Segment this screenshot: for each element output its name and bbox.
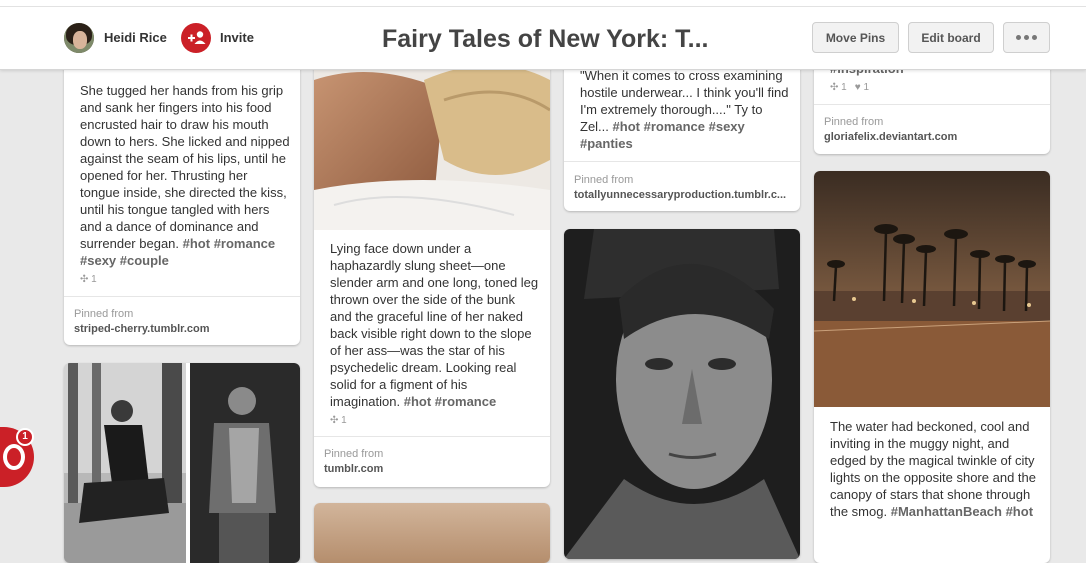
- heart-icon: ♥: [854, 82, 861, 93]
- pinned-from-label: Pinned from: [74, 308, 134, 320]
- pin-source-link[interactable]: gloriafelix.deviantart.com: [824, 131, 957, 143]
- repin-icon: ✣: [330, 415, 339, 426]
- edit-board-button[interactable]: Edit board: [908, 22, 994, 53]
- pin-stats: ✣ 1: [80, 274, 97, 285]
- pin-card[interactable]: [314, 503, 550, 563]
- repin-icon: ✣: [830, 82, 839, 93]
- pin-description: Lying face down under a haphazardly slun…: [330, 240, 540, 410]
- pin-image[interactable]: [564, 229, 800, 559]
- repin-icon: ✣: [80, 274, 89, 285]
- pinned-from-label: Pinned from: [324, 448, 384, 460]
- pin-stats: ✣ 1 ♥ 1: [830, 82, 869, 93]
- pin-card[interactable]: [64, 363, 300, 563]
- pinned-from-label: Pinned from: [824, 116, 884, 128]
- invite-button[interactable]: [181, 23, 211, 53]
- repin-count: 1: [341, 415, 347, 426]
- pin-hashtags[interactable]: #hot #romance: [404, 394, 496, 409]
- pin-stats: ✣ 1: [330, 415, 347, 426]
- pin-image[interactable]: [314, 503, 550, 563]
- pin-description: The water had beckoned, cool and invitin…: [830, 418, 1042, 520]
- repin-count: 1: [841, 82, 847, 93]
- pinterest-logo-icon: [3, 444, 25, 470]
- pin-image[interactable]: [64, 363, 300, 563]
- header-divider: [0, 6, 1086, 7]
- pin-description-text: Lying face down under a haphazardly slun…: [330, 241, 539, 409]
- pin-card[interactable]: The water had beckoned, cool and invitin…: [814, 171, 1050, 563]
- repin-count: 1: [91, 274, 97, 285]
- board-owner-name[interactable]: Heidi Rice: [104, 30, 167, 45]
- notification-count: 1: [16, 428, 34, 446]
- divider: [314, 436, 550, 437]
- divider: [814, 104, 1050, 105]
- divider: [64, 296, 300, 297]
- avatar[interactable]: [64, 23, 94, 53]
- divider: [564, 161, 800, 162]
- pin-description-text: She tugged her hands from his grip and s…: [80, 83, 290, 251]
- pin-source-link[interactable]: striped-cherry.tumblr.com: [74, 323, 210, 335]
- more-options-button[interactable]: [1003, 22, 1050, 53]
- pin-source-link[interactable]: totallyunnecessaryproduction.tumblr.c...: [574, 189, 794, 201]
- pin-description: "When it comes to cross examining hostil…: [580, 67, 792, 152]
- pin-hashtags[interactable]: #ManhattanBeach #hot: [891, 504, 1033, 519]
- more-dots-icon: [1016, 35, 1037, 40]
- move-pins-button[interactable]: Move Pins: [812, 22, 899, 53]
- pin-card[interactable]: She tugged her hands from his grip and s…: [64, 40, 300, 345]
- pinned-from-label: Pinned from: [574, 174, 634, 186]
- pin-source-link[interactable]: tumblr.com: [324, 463, 383, 475]
- invite-label[interactable]: Invite: [220, 30, 254, 45]
- pin-image[interactable]: [814, 171, 1050, 407]
- add-user-icon: [188, 31, 206, 44]
- like-count: 1: [863, 82, 870, 93]
- pin-card[interactable]: [564, 229, 800, 559]
- pin-card[interactable]: Lying face down under a haphazardly slun…: [314, 40, 550, 487]
- board-header: Heidi Rice Invite Fairy Tales of New Yor…: [0, 0, 1086, 70]
- board-title: Fairy Tales of New York: T...: [382, 25, 709, 53]
- pin-description: She tugged her hands from his grip and s…: [80, 82, 290, 269]
